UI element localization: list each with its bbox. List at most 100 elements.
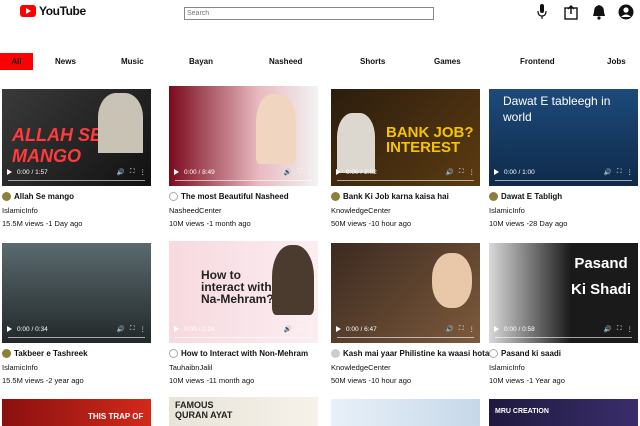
video-title[interactable]: Bank Ki Job karna kaisa hai: [343, 192, 449, 201]
video-card[interactable]: Dawat E tableegh in world 0:00 / 1:00 🔊 …: [489, 89, 638, 228]
video-card[interactable]: MRU CREATION: [489, 399, 638, 426]
fullscreen-icon[interactable]: ⛶: [459, 168, 464, 176]
play-icon[interactable]: [174, 169, 179, 175]
progress-bar[interactable]: [175, 337, 312, 338]
category-jobs[interactable]: Jobs: [607, 57, 626, 66]
more-icon[interactable]: ⋮: [140, 168, 147, 176]
video-title[interactable]: Kash mai yaar Philistine ka waasi hota: [343, 349, 489, 358]
bell-icon[interactable]: [590, 3, 608, 21]
category-nasheed[interactable]: Nasheed: [269, 57, 302, 66]
video-title[interactable]: Allah Se mango: [14, 192, 74, 201]
video-card[interactable]: 0:00 / 0:34 🔊 ⛶ ⋮ Takbeer e Tashreek Isl…: [2, 243, 151, 385]
channel-avatar[interactable]: [331, 349, 340, 358]
fullscreen-icon[interactable]: ⛶: [459, 325, 464, 333]
video-thumbnail[interactable]: 0:00 / 8:49 🔊 ⛶ ⋮: [169, 86, 318, 186]
video-thumbnail[interactable]: ALLAH SE MANGO 0:00 / 1:57 🔊 ⛶ ⋮: [2, 89, 151, 186]
video-thumbnail[interactable]: THIS TRAP OF: [2, 399, 151, 426]
video-thumbnail[interactable]: 0:00 / 0:34 🔊 ⛶ ⋮: [2, 243, 151, 343]
volume-icon[interactable]: 🔊: [117, 325, 125, 333]
video-thumbnail[interactable]: FAMOUS QURAN AYAT: [169, 397, 318, 426]
play-icon[interactable]: [7, 326, 12, 332]
play-icon[interactable]: [494, 326, 499, 332]
progress-bar[interactable]: [495, 337, 632, 338]
channel-avatar[interactable]: [2, 192, 11, 201]
fullscreen-icon[interactable]: ⛶: [130, 168, 135, 176]
video-card[interactable]: 0:00 / 8:49 🔊 ⛶ ⋮ The most Beautiful Nas…: [169, 86, 318, 228]
channel-name[interactable]: NasheedCenter: [169, 206, 318, 215]
video-thumbnail[interactable]: [331, 399, 480, 426]
video-thumbnail[interactable]: MRU CREATION: [489, 399, 638, 426]
video-thumbnail[interactable]: Pasand Ki Shadi 0:00 / 0:58 🔊 ⛶ ⋮: [489, 243, 638, 343]
upload-icon[interactable]: [562, 3, 580, 21]
volume-icon[interactable]: 🔊: [604, 325, 612, 333]
volume-icon[interactable]: 🔊: [117, 168, 125, 176]
progress-bar[interactable]: [337, 180, 474, 181]
video-title[interactable]: The most Beautiful Nasheed: [181, 192, 289, 201]
more-icon[interactable]: ⋮: [307, 325, 314, 333]
video-card[interactable]: BANK JOB? INTEREST 0:00 / 2:02 🔊 ⛶ ⋮ Ban…: [331, 89, 480, 228]
channel-avatar[interactable]: [489, 349, 498, 358]
video-card[interactable]: 0:00 / 6:47 🔊 ⛶ ⋮ Kash mai yaar Philisti…: [331, 243, 489, 385]
progress-bar[interactable]: [8, 180, 145, 181]
video-thumbnail[interactable]: Dawat E tableegh in world 0:00 / 1:00 🔊 …: [489, 89, 638, 186]
progress-bar[interactable]: [175, 180, 312, 181]
channel-name[interactable]: IslamicInfo: [489, 206, 638, 215]
more-icon[interactable]: ⋮: [627, 168, 634, 176]
more-icon[interactable]: ⋮: [469, 168, 476, 176]
channel-name[interactable]: TauhaibnJalil: [169, 363, 318, 372]
play-icon[interactable]: [494, 169, 499, 175]
channel-name[interactable]: IslamicInfo: [489, 363, 638, 372]
channel-avatar[interactable]: [489, 192, 498, 201]
video-card[interactable]: FAMOUS QURAN AYAT: [169, 397, 318, 426]
fullscreen-icon[interactable]: ⛶: [297, 325, 302, 333]
channel-name[interactable]: IslamicInfo: [2, 363, 151, 372]
volume-icon[interactable]: 🔊: [604, 168, 612, 176]
fullscreen-icon[interactable]: ⛶: [130, 325, 135, 333]
channel-avatar[interactable]: [169, 192, 178, 201]
youtube-logo[interactable]: YouTube: [20, 4, 86, 18]
category-music[interactable]: Music: [121, 57, 144, 66]
video-card[interactable]: [331, 399, 480, 426]
video-card[interactable]: ALLAH SE MANGO 0:00 / 1:57 🔊 ⛶ ⋮ Allah S…: [2, 89, 151, 228]
play-icon[interactable]: [336, 169, 341, 175]
channel-avatar[interactable]: [169, 349, 178, 358]
video-title[interactable]: Takbeer e Tashreek: [14, 349, 88, 358]
more-icon[interactable]: ⋮: [307, 168, 314, 176]
play-icon[interactable]: [7, 169, 12, 175]
channel-name[interactable]: KnowledgeCenter: [331, 206, 480, 215]
account-icon[interactable]: [617, 3, 635, 21]
mic-icon[interactable]: [533, 3, 551, 21]
category-all[interactable]: All: [0, 53, 33, 70]
more-icon[interactable]: ⋮: [627, 325, 634, 333]
volume-icon[interactable]: 🔊: [284, 168, 292, 176]
progress-bar[interactable]: [337, 337, 474, 338]
video-card[interactable]: Pasand Ki Shadi 0:00 / 0:58 🔊 ⛶ ⋮ Pasand…: [489, 243, 638, 385]
video-title[interactable]: Dawat E Tabligh: [501, 192, 562, 201]
category-bayan[interactable]: Bayan: [189, 57, 213, 66]
channel-name[interactable]: IslamicInfo: [2, 206, 151, 215]
volume-icon[interactable]: 🔊: [446, 168, 454, 176]
channel-avatar[interactable]: [2, 349, 11, 358]
video-thumbnail[interactable]: BANK JOB? INTEREST 0:00 / 2:02 🔊 ⛶ ⋮: [331, 89, 480, 186]
progress-bar[interactable]: [495, 180, 632, 181]
fullscreen-icon[interactable]: ⛶: [617, 168, 622, 176]
volume-icon[interactable]: 🔊: [446, 325, 454, 333]
video-title[interactable]: Pasand ki saadi: [501, 349, 561, 358]
category-frontend[interactable]: Frontend: [520, 57, 555, 66]
category-news[interactable]: News: [55, 57, 76, 66]
play-icon[interactable]: [336, 326, 341, 332]
category-games[interactable]: Games: [434, 57, 461, 66]
channel-name[interactable]: KnowledgeCenter: [331, 363, 480, 372]
progress-bar[interactable]: [8, 337, 145, 338]
video-thumbnail[interactable]: 0:00 / 6:47 🔊 ⛶ ⋮: [331, 243, 480, 343]
category-shorts[interactable]: Shorts: [360, 57, 385, 66]
video-title[interactable]: How to Interact with Non-Mehram: [181, 349, 308, 358]
video-thumbnail[interactable]: How to interact with Na-Mehram? 0:00 / 2…: [169, 241, 318, 343]
more-icon[interactable]: ⋮: [469, 325, 476, 333]
channel-avatar[interactable]: [331, 192, 340, 201]
play-icon[interactable]: [174, 326, 179, 332]
video-card[interactable]: How to interact with Na-Mehram? 0:00 / 2…: [169, 241, 318, 385]
fullscreen-icon[interactable]: ⛶: [297, 168, 302, 176]
search-input[interactable]: [184, 7, 434, 20]
video-card[interactable]: THIS TRAP OF: [2, 399, 151, 426]
